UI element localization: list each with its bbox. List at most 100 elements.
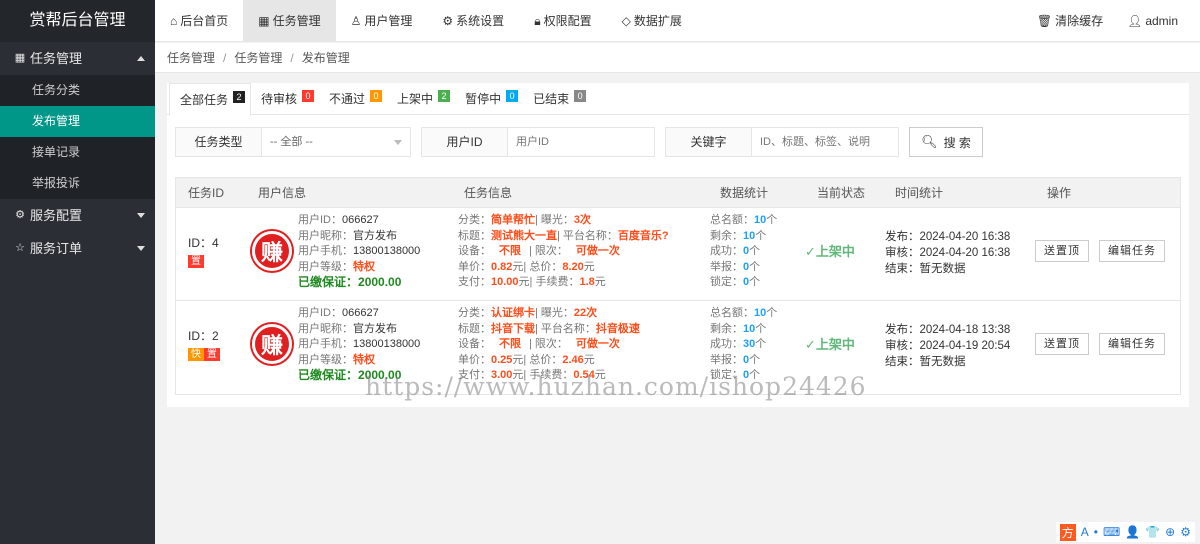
tab-paused[interactable]: 暂停中 0 — [455, 83, 523, 115]
task-type-select[interactable]: -- 全部 -- — [262, 128, 410, 156]
keyword-label: 关键字 — [666, 128, 752, 156]
gear-icon: ⚙ — [15, 209, 25, 221]
topnav-label: 后台首页 — [180, 14, 229, 28]
label: 用户等级： — [298, 260, 353, 273]
column-header: 操作 — [1047, 186, 1072, 200]
paid-amount: 3.00 — [491, 369, 513, 381]
sidebar-group-service-config[interactable]: ⚙ 服务配置 — [0, 199, 155, 232]
unit-price: 0.82 — [491, 260, 513, 273]
topnav-home[interactable]: ⌂ 后台首页 — [155, 0, 243, 42]
column-header: 数据统计 — [720, 186, 769, 200]
tab-count-badge: 2 — [438, 90, 451, 102]
label: 个 — [749, 369, 761, 381]
user-id-input[interactable] — [508, 128, 654, 156]
task-info-cell: 分类：认证绑卡| 曝光：22次 标题：抖音下载| 平台名称：抖音极速 设备： 不限… — [452, 301, 708, 394]
breadcrumb-item[interactable]: 任务管理 — [167, 51, 215, 65]
user-icon[interactable]: 👤 — [1125, 525, 1140, 539]
keyboard-icon[interactable]: ⌨ — [1103, 525, 1120, 539]
stat-quota: 10 — [754, 307, 767, 319]
topnav-label: 任务管理 — [272, 14, 321, 28]
ime-icon[interactable]: 方 — [1059, 523, 1076, 541]
gear-icon: ⚙ — [442, 14, 454, 28]
label: 分类： — [458, 307, 491, 319]
user-menu[interactable]: 👤︎ admin — [1115, 0, 1190, 42]
total-price: 8.20 — [562, 260, 584, 273]
topnav-user-management[interactable]: ♙ 用户管理 — [336, 0, 428, 42]
topnav-task-management[interactable]: ▦ 任务管理 — [243, 0, 336, 42]
tab-rejected[interactable]: 不通过 0 — [319, 83, 387, 115]
label: 个 — [749, 276, 761, 288]
label: | 曝光： — [535, 214, 574, 226]
keyword-filter: 关键字 — [665, 127, 899, 157]
user-icon: ♙ — [350, 14, 362, 28]
tab-pending[interactable]: 待审核 0 — [251, 83, 319, 115]
diamond-icon: ◇ — [621, 14, 631, 28]
star-icon: ☆ — [15, 242, 25, 254]
earn-logo-icon: 赚 — [252, 231, 292, 271]
topnav-label: 权限配置 — [543, 14, 592, 28]
unit-price: 0.25 — [491, 353, 513, 366]
topnav-data-extension[interactable]: ◇ 数据扩展 — [607, 0, 697, 42]
search-button[interactable]: 🔍︎ 搜 索 — [909, 127, 983, 157]
label: 总名额： — [710, 307, 754, 319]
label: 发布： — [885, 324, 920, 336]
check-icon: ✓ — [805, 337, 816, 352]
topnav-label: 系统设置 — [456, 14, 505, 28]
sidebar-group-service-orders[interactable]: ☆ 服务订单 — [0, 232, 155, 265]
brand-title: 赏帮后台管理 — [0, 0, 155, 42]
tab-ended[interactable]: 已结束 0 — [523, 83, 591, 115]
tab-count-badge: 2 — [233, 91, 246, 103]
user-nickname: 官方发布 — [353, 229, 397, 242]
font-icon[interactable]: A — [1081, 525, 1089, 539]
globe-icon[interactable]: ⊕ — [1165, 525, 1175, 539]
publish-time: 2024-04-18 13:38 — [919, 324, 1011, 336]
tab-listed[interactable]: 上架中 2 — [387, 83, 455, 115]
pin-top-button[interactable]: 送置顶 — [1035, 333, 1089, 355]
shirt-icon[interactable]: 👕 — [1145, 525, 1160, 539]
edit-task-button[interactable]: 编辑任务 — [1099, 333, 1165, 355]
label: 用户昵称： — [298, 322, 353, 335]
label: | 手续费： — [523, 369, 574, 381]
label: | 手续费： — [529, 276, 580, 288]
task-category: 认证绑卡 — [491, 307, 535, 319]
column-header: 任务ID — [188, 186, 225, 200]
sidebar-item-order-records[interactable]: 接单记录 — [0, 137, 155, 168]
pin-top-button[interactable]: 送置顶 — [1035, 240, 1089, 262]
label: 锁定： — [710, 276, 743, 288]
topnav-permissions[interactable]: 🔒︎ 权限配置 — [519, 0, 606, 42]
label: 个 — [749, 260, 761, 273]
keyword-input[interactable] — [752, 128, 898, 156]
label: | 平台名称： — [557, 229, 618, 242]
user-nickname: 官方发布 — [353, 322, 397, 335]
sidebar-item-task-category[interactable]: 任务分类 — [0, 75, 155, 106]
label: 个 — [749, 353, 761, 366]
tab-label: 暂停中 — [465, 92, 502, 106]
task-platform: 百度音乐? — [617, 229, 669, 242]
sidebar-group-task-management[interactable]: ▦ 任务管理 — [0, 42, 155, 75]
table-row: ID：2 快置 赚 用户ID：066627 用户昵称：官方发布 用户手机：138… — [176, 301, 1180, 394]
label: 成功： — [710, 245, 743, 257]
task-id: 4 — [212, 236, 219, 250]
topnav-system-settings[interactable]: ⚙ 系统设置 — [427, 0, 519, 42]
dot-icon[interactable]: • — [1094, 525, 1098, 539]
label: 单价： — [458, 353, 491, 366]
sidebar-item-publish-management[interactable]: 发布管理 — [0, 106, 155, 137]
task-limit: 可做一次 — [575, 245, 620, 257]
sidebar-item-reports[interactable]: 举报投诉 — [0, 168, 155, 199]
topnav-label: 用户管理 — [364, 14, 413, 28]
clear-cache-button[interactable]: 🗑︎ 清除缓存 — [1025, 0, 1115, 42]
edit-task-button[interactable]: 编辑任务 — [1099, 240, 1165, 262]
pinned-tag: 置 — [188, 254, 204, 268]
tab-label: 上架中 — [397, 92, 434, 106]
tab-all[interactable]: 全部任务 2 — [169, 83, 252, 116]
stats-cell: 总名额：10个 剩余：10个 成功：0个 举报：0个 锁定：0个 — [708, 208, 805, 300]
task-title: 抖音下载 — [491, 322, 535, 335]
task-id-cell: ID：2 快置 — [176, 301, 246, 394]
user-info-cell: 赚 用户ID：066627 用户昵称：官方发布 用户手机：13800138000… — [246, 301, 452, 394]
breadcrumb-item[interactable]: 任务管理 — [234, 51, 282, 65]
sidebar-group-label: 任务管理 — [30, 51, 83, 66]
label: | 总价： — [523, 260, 563, 273]
gear-icon[interactable]: ⚙ — [1180, 525, 1191, 539]
sidebar-submenu: 任务分类 发布管理 接单记录 举报投诉 — [0, 75, 155, 199]
sidebar-group-label: 服务配置 — [30, 208, 83, 223]
